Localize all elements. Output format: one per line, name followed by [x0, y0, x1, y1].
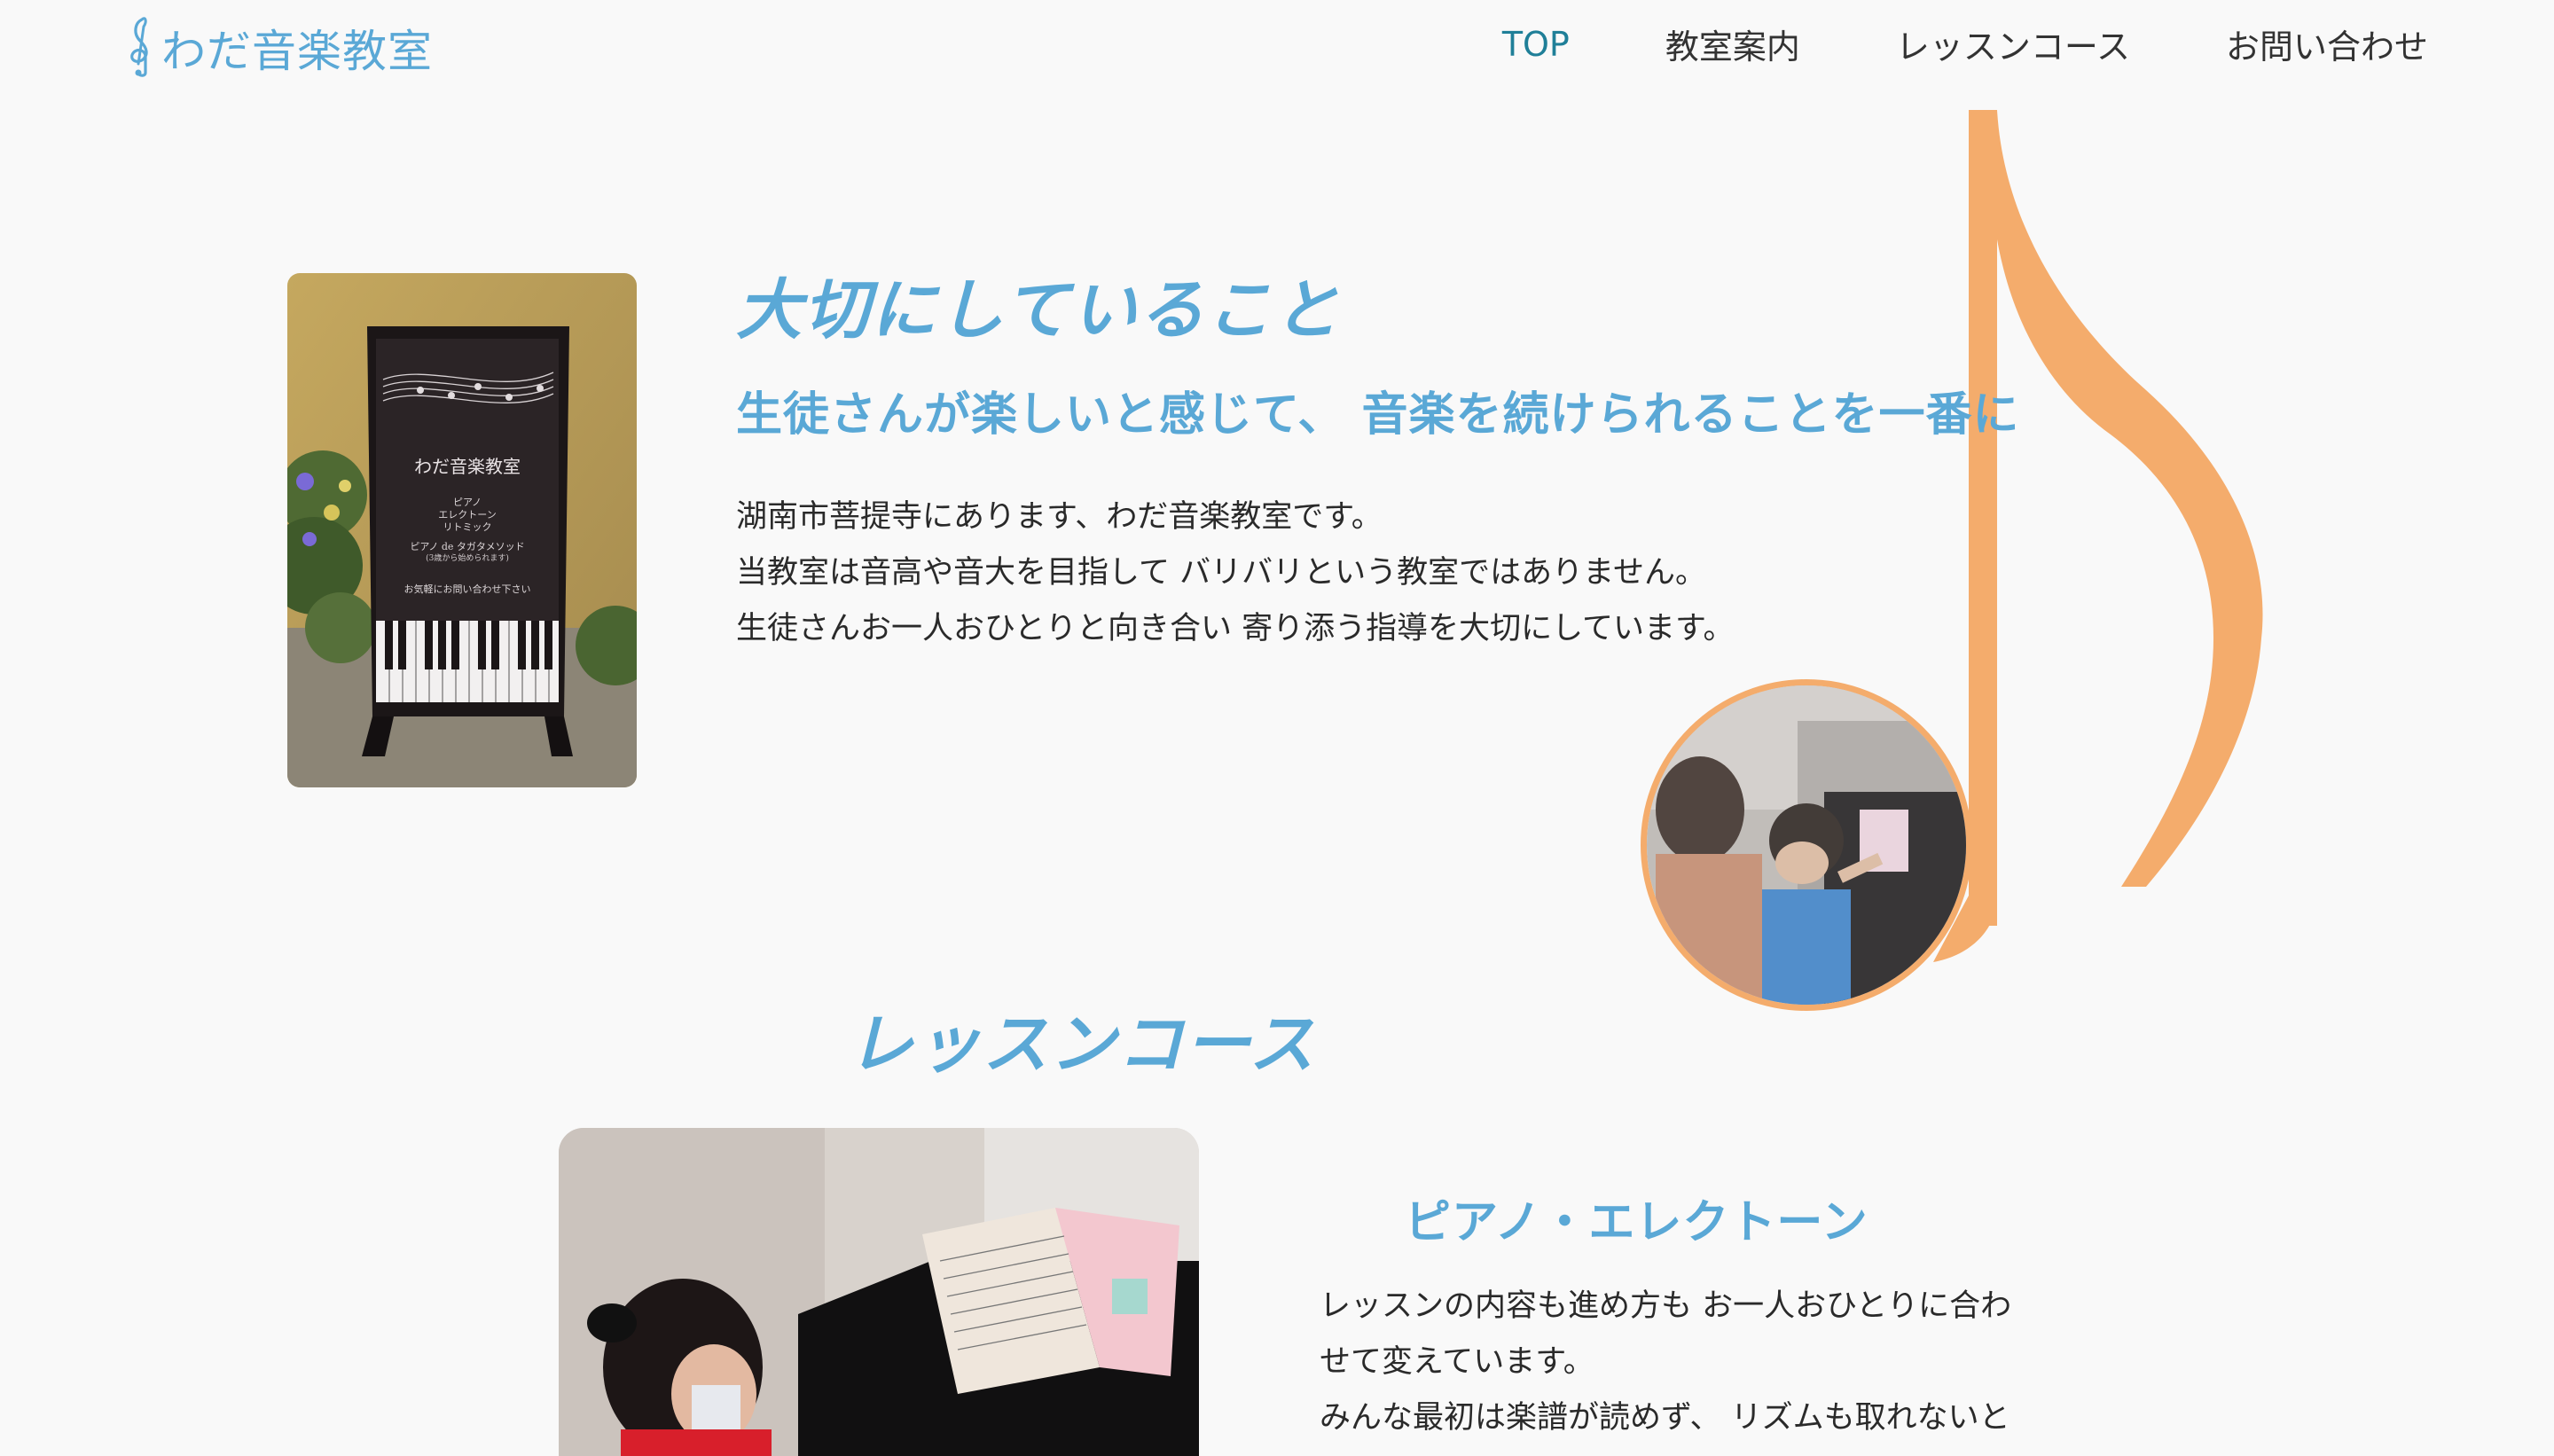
nav-lesson-course[interactable]: レッスンコース	[1896, 20, 2130, 68]
course-desc-line: みんな最初は楽譜が読めず、 リズムも取れないと	[1320, 1400, 2010, 1436]
sign-board-photo: わだ音楽教室 ピアノ エレクトーン リトミック ピアノ de タガタメソッド (…	[287, 273, 637, 787]
course-desc-line: レッスンの内容も進め方も お一人おひとりに合わ	[1320, 1288, 2012, 1324]
intro-heading: 大切にしていること	[736, 272, 1341, 348]
lesson-scene-photo	[1641, 679, 1972, 1011]
page: わだ音楽教室 TOP 教室案内 レッスンコース お問い合わせ わだ音楽教室 ピア…	[0, 0, 2554, 1456]
treble-clef-icon	[122, 14, 158, 82]
svg-text:ピアノ: ピアノ	[453, 497, 482, 508]
course-description: レッスンの内容も進め方も お一人おひとりに合わ せて変えています。 みんな最初は…	[1320, 1279, 2047, 1446]
nav-about[interactable]: 教室案内	[1665, 20, 1800, 68]
lesson-course-heading: レッスンコース	[847, 1006, 1317, 1083]
intro-subheading: 生徒さんが楽しいと感じて、 音楽を続けられることを一番に	[736, 388, 2020, 442]
svg-text:お気軽にお問い合わせ下さい: お気軽にお問い合わせ下さい	[404, 583, 531, 595]
piano-student-photo	[559, 1128, 1199, 1456]
nav-top[interactable]: TOP	[1502, 25, 1570, 64]
main-nav: TOP 教室案内 レッスンコース お問い合わせ	[1502, 20, 2428, 68]
nav-contact[interactable]: お問い合わせ	[2226, 20, 2428, 68]
intro-line: 湖南市菩提寺にあります、わだ音楽教室です。	[736, 499, 1383, 535]
sign-title: わだ音楽教室	[414, 456, 521, 477]
site-logo[interactable]: わだ音楽教室	[122, 16, 433, 80]
svg-text:エレクトーン: エレクトーン	[438, 509, 496, 521]
intro-text: 湖南市菩提寺にあります、わだ音楽教室です。 当教室は音高や音大を目指して バリバ…	[736, 489, 1845, 657]
svg-text:リトミック: リトミック	[443, 521, 492, 533]
intro-line: 生徒さんお一人おひとりと向き合い 寄り添う指導を大切にしています。	[736, 611, 1735, 646]
intro-line: 当教室は音高や音大を目指して バリバリという教室ではありません。	[736, 555, 1707, 591]
svg-text:ピアノ de タガタメソッド: ピアノ de タガタメソッド	[410, 541, 524, 552]
logo-text: わだ音楽教室	[161, 26, 433, 77]
course-name: ピアノ・エレクトーン	[1405, 1196, 1868, 1249]
course-desc-line: せて変えています。	[1320, 1344, 1594, 1380]
svg-text:(3歳から始められます): (3歳から始められます)	[426, 552, 509, 563]
